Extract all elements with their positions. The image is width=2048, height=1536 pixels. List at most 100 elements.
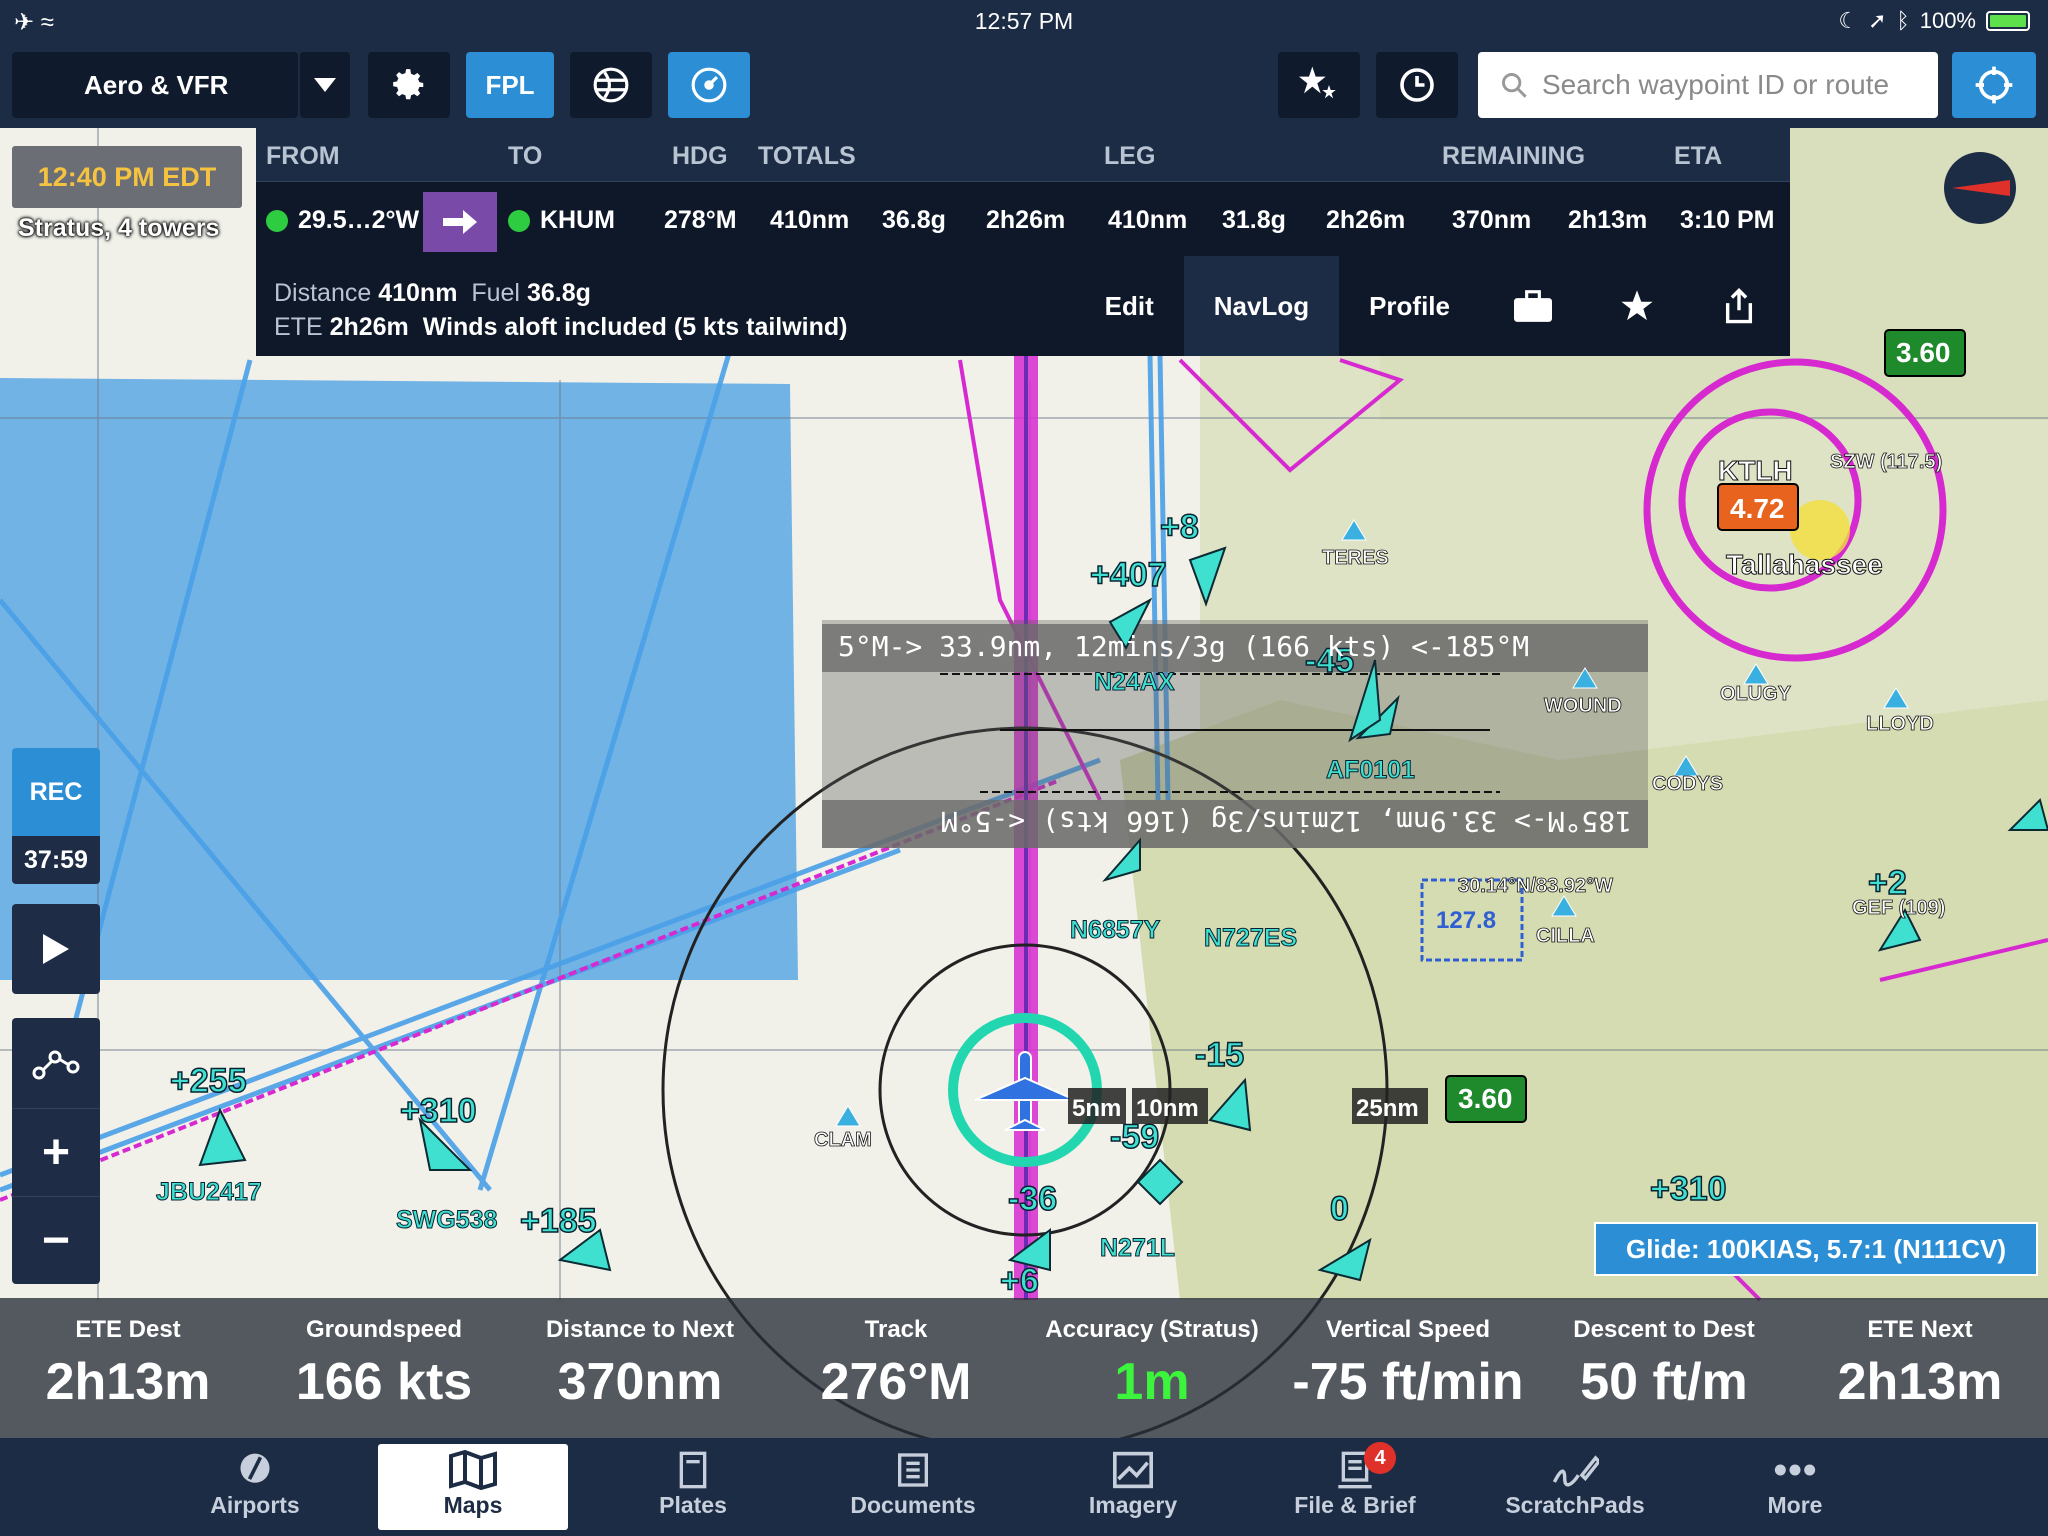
- instrument-value: 1m: [1114, 1353, 1190, 1411]
- chevron-down-icon[interactable]: [300, 52, 350, 118]
- procedure-button[interactable]: [570, 52, 652, 118]
- stratus-status: Stratus, 4 towers: [18, 214, 220, 242]
- tab-imagery[interactable]: Imagery: [1038, 1444, 1228, 1530]
- favorite-button[interactable]: [1586, 256, 1688, 356]
- search-input[interactable]: Search waypoint ID or route: [1478, 52, 1938, 118]
- fpl-eta: 3:10 PM: [1680, 206, 1775, 234]
- recents-button[interactable]: [1376, 52, 1458, 118]
- tab-plates[interactable]: Plates: [598, 1444, 788, 1530]
- rubber-band-button[interactable]: [12, 1018, 100, 1108]
- fpl-remaining-distance: 370nm: [1452, 206, 1532, 234]
- tab-label: Imagery: [1088, 1492, 1178, 1518]
- instrument-track[interactable]: Track 276°M: [768, 1298, 1024, 1438]
- fpl-summary: Distance 410nm Fuel 36.8g ETE 2h26m Wind…: [274, 279, 848, 341]
- status-right: ☾ ➚ ᛒ 100%: [1838, 8, 2030, 34]
- restricted-area: [0, 378, 798, 980]
- svg-text:N271L: N271L: [1100, 1234, 1175, 1262]
- share-button[interactable]: [1688, 256, 1790, 356]
- flight-plan-panel: FROM TO HDG TOTALS LEG REMAINING ETA 29.…: [256, 128, 1790, 356]
- file-brief-icon: [1260, 1450, 1450, 1490]
- tab-documents[interactable]: Documents: [818, 1444, 1008, 1530]
- maps-icon: [378, 1450, 568, 1490]
- svg-text:+310: +310: [1650, 1170, 1727, 1208]
- tab-more[interactable]: More: [1700, 1444, 1890, 1530]
- svg-text:10nm: 10nm: [1136, 1095, 1199, 1122]
- svg-text:SZW (117.5): SZW (117.5): [1830, 451, 1942, 473]
- instrument-descent-to-dest[interactable]: Descent to Dest 50 ft/m: [1536, 1298, 1792, 1438]
- instrument-ete-dest[interactable]: ETE Dest 2h13m: [0, 1298, 256, 1438]
- instrument-accuracy-stratus-[interactable]: Accuracy (Stratus) 1m: [1024, 1298, 1280, 1438]
- direct-arrow-icon[interactable]: [423, 192, 497, 252]
- svg-text:+8: +8: [1160, 508, 1199, 546]
- instrument-panel[interactable]: ETE Dest 2h13m Groundspeed 166 kts Distance …: [0, 1298, 2048, 1438]
- bluetooth-icon: ᛒ: [1896, 8, 1910, 33]
- tab-label: File & Brief: [1294, 1492, 1416, 1518]
- zoom-in-button[interactable]: +: [12, 1108, 100, 1196]
- tab-label: Maps: [443, 1492, 503, 1518]
- fpl-tabs: Edit NavLog Profile: [1075, 256, 1790, 356]
- map-layer-select[interactable]: Aero & VFR: [12, 52, 298, 118]
- glide-advisor[interactable]: Glide: 100KIAS, 5.7:1 (N111CV): [1594, 1222, 2038, 1276]
- fpl-remaining-time: 2h13m: [1568, 206, 1648, 234]
- svg-text:AF0101: AF0101: [1326, 756, 1415, 784]
- svg-text:KTLH: KTLH: [1718, 455, 1793, 486]
- header-remaining: REMAINING: [1442, 142, 1586, 170]
- share-icon: [1725, 288, 1753, 324]
- plates-icon: [598, 1450, 788, 1490]
- instrument-ete-next[interactable]: ETE Next 2h13m: [1792, 1298, 2048, 1438]
- zoom-out-button[interactable]: −: [12, 1196, 100, 1284]
- globe-icon: [593, 67, 629, 103]
- header-eta: ETA: [1674, 142, 1723, 170]
- play-button[interactable]: [12, 904, 100, 994]
- instrument-value: 166 kts: [295, 1353, 473, 1411]
- instrument-groundspeed[interactable]: Groundspeed 166 kts: [256, 1298, 512, 1438]
- instrument-vertical-speed[interactable]: Vertical Speed -75 ft/min: [1280, 1298, 1536, 1438]
- stars-icon: [1299, 66, 1336, 99]
- more-icon: [1700, 1450, 1890, 1490]
- instrument-label: Groundspeed: [305, 1316, 462, 1343]
- instrument-distance-to-next[interactable]: Distance to Next 370nm: [512, 1298, 768, 1438]
- settings-button[interactable]: [368, 52, 450, 118]
- center-location-button[interactable]: [1952, 52, 2036, 118]
- plus-icon: +: [41, 1126, 71, 1179]
- svg-text:JBU2417: JBU2417: [156, 1178, 262, 1206]
- stratus-time-badge[interactable]: 12:40 PM EDT: [12, 146, 242, 208]
- minus-icon: −: [41, 1214, 71, 1267]
- battery-icon: [1986, 11, 2030, 31]
- instrument-label: ETE Next: [1867, 1316, 1973, 1343]
- briefcase-button[interactable]: [1480, 256, 1586, 356]
- fpl-header: FROM TO HDG TOTALS LEG REMAINING ETA: [256, 128, 1790, 182]
- fpl-leg-distance: 410nm: [1108, 206, 1188, 234]
- instrument-value: 50 ft/m: [1580, 1353, 1748, 1411]
- tab-edit[interactable]: Edit: [1075, 256, 1184, 356]
- rec-timer: 37:59: [12, 836, 100, 884]
- rec-button[interactable]: REC: [12, 748, 100, 836]
- fpl-row[interactable]: 29.5…2°W KHUM 278°M 410nm 36.8g 2h26m 41…: [256, 182, 1790, 262]
- fpl-button[interactable]: FPL: [466, 52, 554, 118]
- tab-label: More: [1767, 1492, 1823, 1518]
- tab-file-brief[interactable]: File & Brief 4: [1260, 1442, 1450, 1530]
- airports-icon: [160, 1450, 350, 1490]
- svg-text:+6: +6: [1000, 1262, 1039, 1300]
- fpl-to[interactable]: KHUM: [540, 206, 615, 235]
- favorites-button[interactable]: [1278, 52, 1360, 118]
- tab-navlog[interactable]: NavLog: [1183, 256, 1340, 356]
- instrument-value: 276°M: [820, 1353, 972, 1411]
- traffic-label: +407: [1090, 556, 1167, 594]
- fpl-from[interactable]: 29.5…2°W: [298, 206, 419, 235]
- location-icon: ➚: [1868, 8, 1887, 33]
- svg-text:30.14°N/83.92°W: 30.14°N/83.92°W: [1458, 875, 1613, 897]
- svg-text:5nm: 5nm: [1072, 1095, 1121, 1122]
- svg-text:GEF (109): GEF (109): [1852, 897, 1945, 919]
- svg-text:WOUND: WOUND: [1544, 695, 1622, 717]
- tab-profile[interactable]: Profile: [1339, 256, 1480, 356]
- gauge-button[interactable]: [668, 52, 750, 118]
- tab-maps[interactable]: Maps: [378, 1444, 568, 1530]
- svg-text:-15: -15: [1195, 1036, 1244, 1074]
- imagery-icon: [1038, 1450, 1228, 1490]
- instrument-label: Track: [864, 1316, 928, 1343]
- tab-airports[interactable]: Airports: [160, 1444, 350, 1530]
- instrument-value: 2h13m: [1837, 1353, 2003, 1411]
- tab-scratchpads[interactable]: ScratchPads: [1480, 1444, 1670, 1530]
- ruler-top-label: 5°M-> 33.9nm, 12mins/3g (166 kts) <-185°…: [838, 630, 1529, 663]
